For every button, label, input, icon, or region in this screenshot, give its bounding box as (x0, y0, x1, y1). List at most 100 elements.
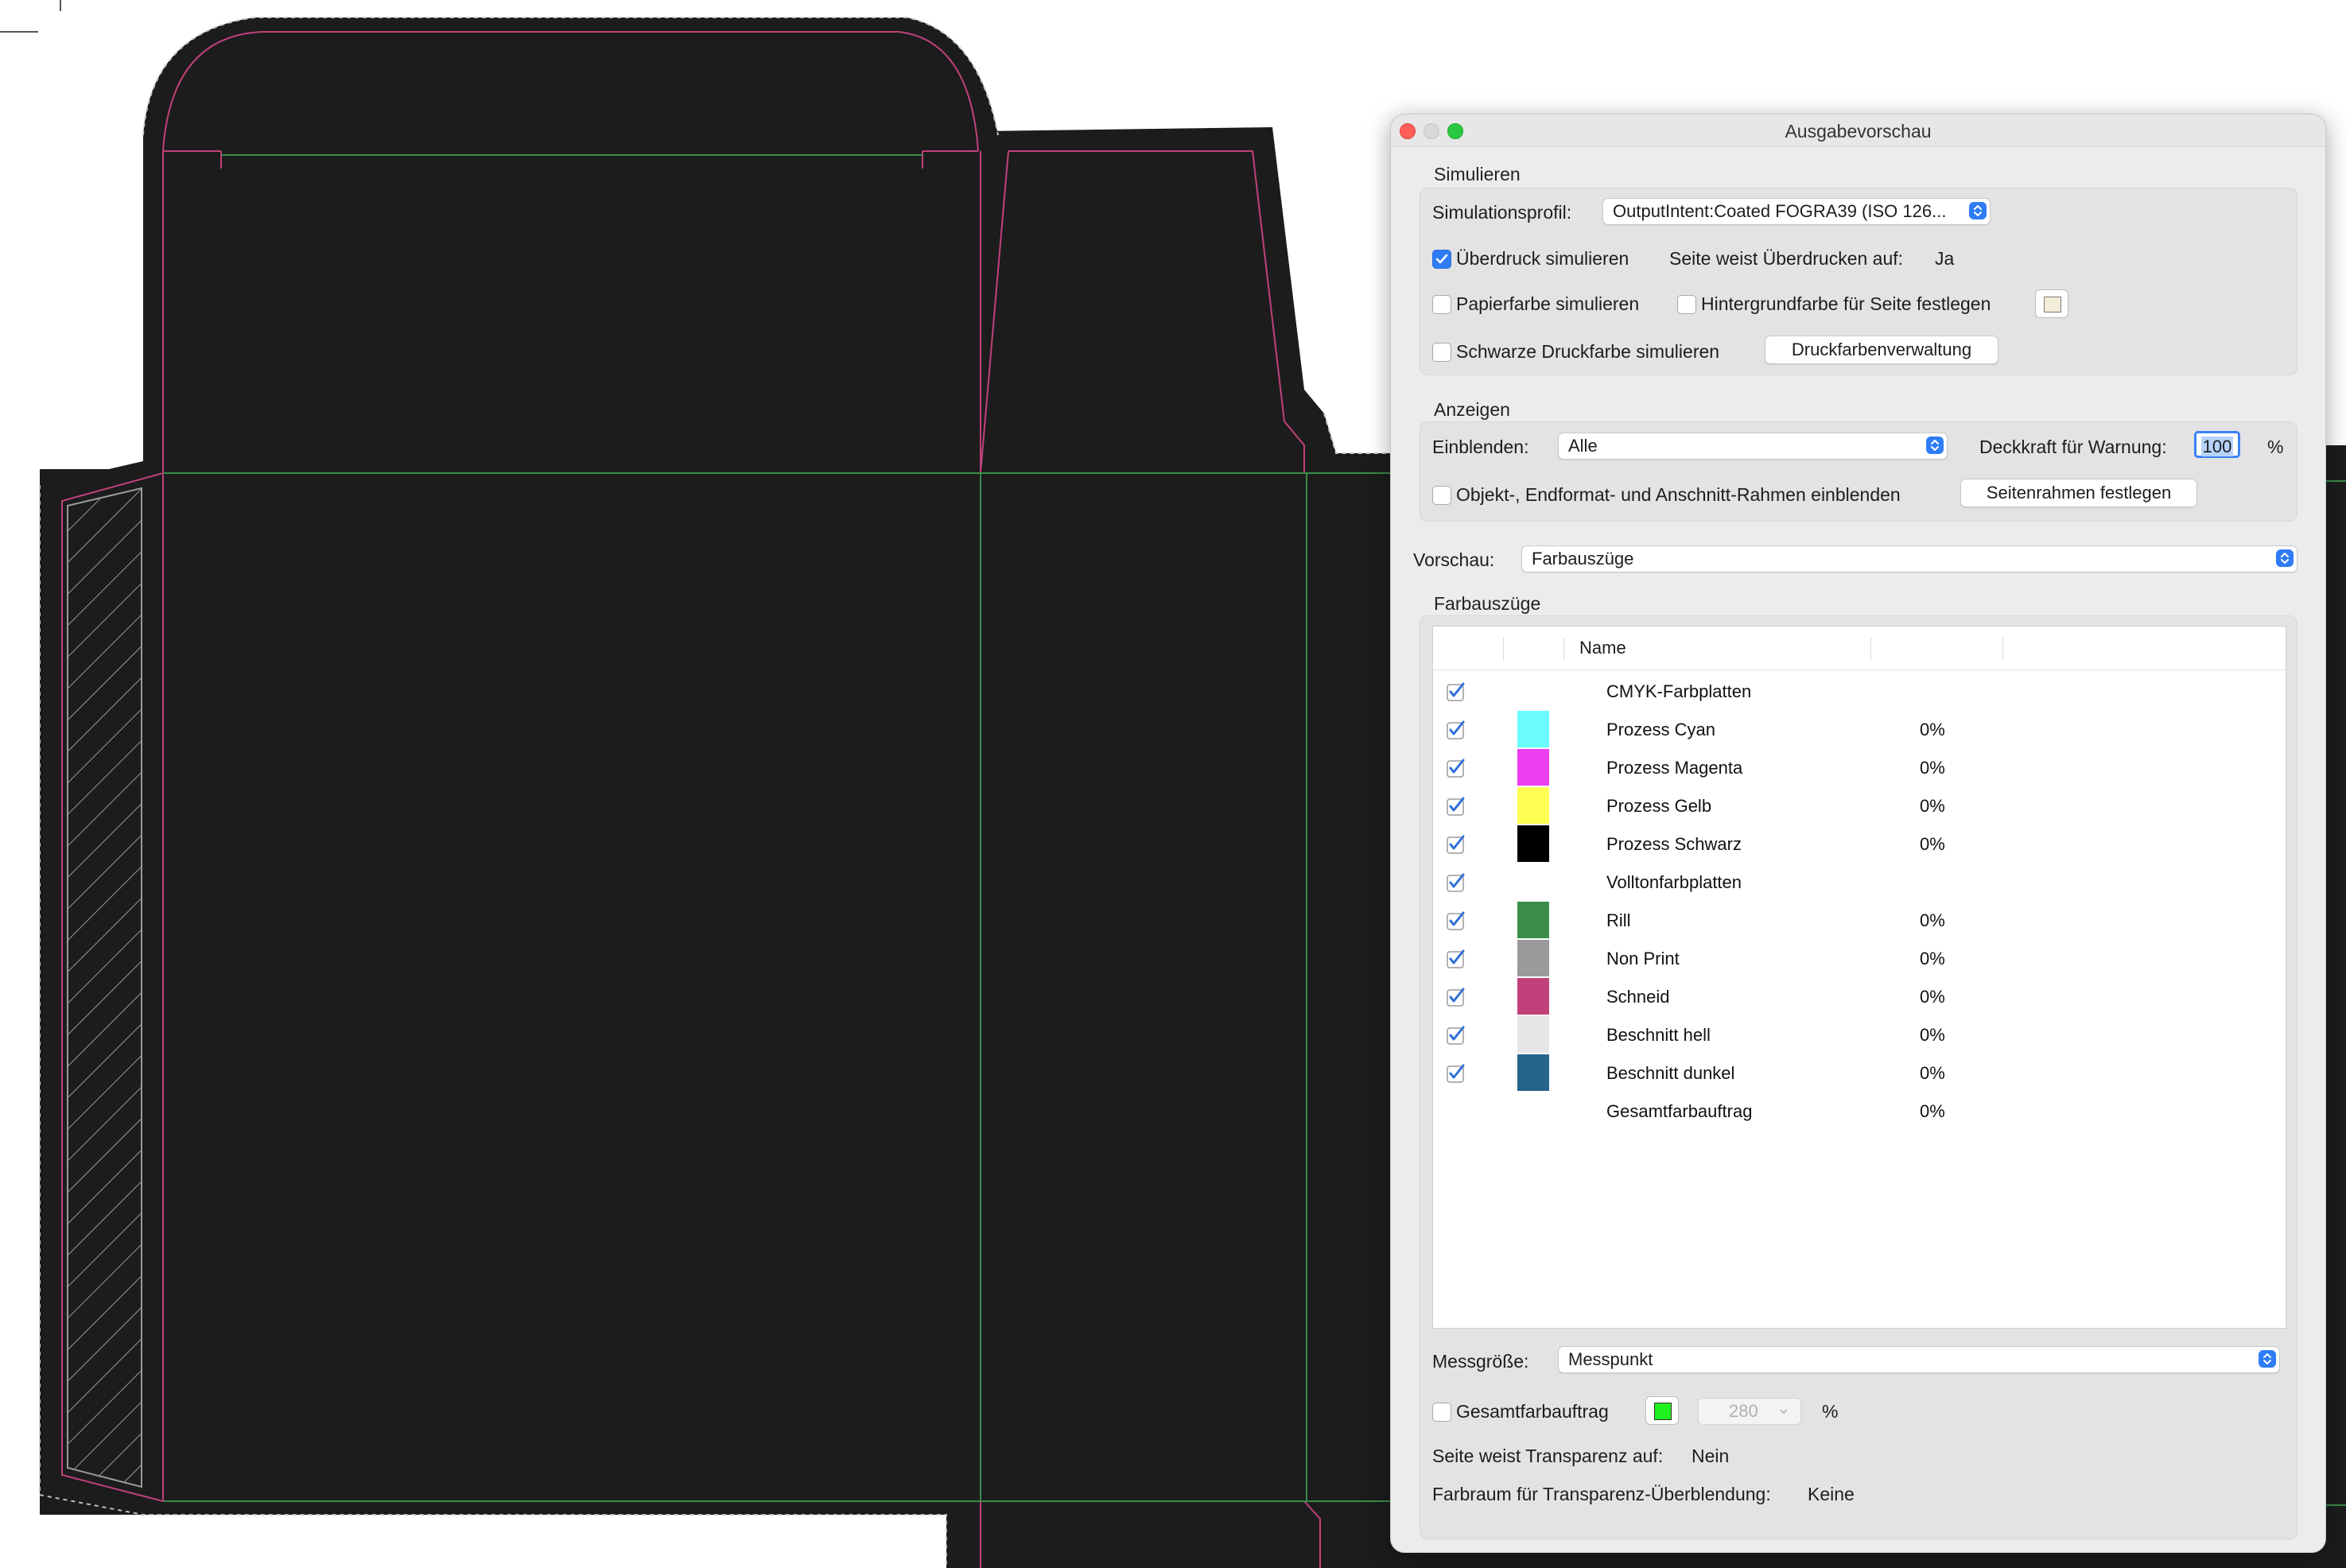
opacity-warning-value: 100 (2200, 437, 2234, 456)
separation-percent: 0% (1920, 1025, 1945, 1045)
visibility-checkbox[interactable] (1446, 834, 1466, 855)
separation-percent: 0% (1920, 1063, 1945, 1083)
blend-space-label: Farbraum für Transparenz-Überblendung: (1432, 1484, 1771, 1504)
measure-size-select[interactable]: Messpunkt (1558, 1346, 2280, 1373)
checkmark-icon (1435, 254, 1448, 264)
simulation-profile-select[interactable]: OutputIntent:Coated FOGRA39 (ISO 126... (1602, 198, 1991, 225)
column-separator (2002, 638, 2003, 660)
table-row[interactable]: Prozess Gelb 0% (1433, 787, 2286, 825)
show-select[interactable]: Alle (1558, 433, 1948, 460)
ink-manager-button[interactable]: Druckfarbenverwaltung (1765, 336, 1998, 364)
column-separator (1870, 638, 1871, 660)
checkbox-checked-icon (1447, 759, 1465, 778)
checkbox-checked-icon (1447, 682, 1465, 701)
color-swatch (1517, 711, 1549, 747)
table-row[interactable]: Non Print 0% (1433, 940, 2286, 978)
visibility-checkbox[interactable] (1446, 1063, 1466, 1084)
total-ink-color-button[interactable] (1645, 1396, 1679, 1425)
transparency-value: Nein (1692, 1446, 1730, 1466)
separations-section-label: Farbauszüge (1434, 593, 1541, 614)
separation-percent: 0% (1920, 910, 1945, 930)
visibility-checkbox[interactable] (1446, 681, 1466, 702)
checkbox-checked-icon (1447, 949, 1465, 968)
preview-value: Farbauszüge (1532, 549, 1634, 569)
separation-percent: 0% (1920, 834, 1945, 854)
page-overprint-label: Seite weist Überdrucken auf: (1669, 248, 1904, 269)
color-swatch (1517, 1016, 1549, 1053)
color-swatch (1517, 1054, 1549, 1091)
page-frames-button[interactable]: Seitenrahmen festlegen (1960, 479, 2197, 507)
visibility-checkbox[interactable] (1446, 910, 1466, 931)
blend-space-value: Keine (1808, 1484, 1855, 1504)
table-row[interactable]: Prozess Schwarz 0% (1433, 825, 2286, 864)
total-ink-label: Gesamtfarbauftrag (1456, 1401, 1609, 1422)
table-row[interactable]: Prozess Cyan 0% (1433, 711, 2286, 749)
separation-name: CMYK-Farbplatten (1606, 681, 1752, 701)
overprint-checkbox[interactable] (1432, 250, 1451, 269)
chevron-updown-icon (2276, 549, 2294, 567)
checkbox-checked-icon (1447, 1064, 1465, 1083)
transparency-label: Seite weist Transparenz auf: (1432, 1446, 1664, 1466)
black-ink-checkbox[interactable] (1432, 343, 1451, 362)
separation-name: Schneid (1606, 987, 1670, 1007)
paper-color-label: Papierfarbe simulieren (1456, 293, 1640, 314)
column-separator (1503, 638, 1504, 660)
color-swatch (1517, 940, 1549, 976)
table-row[interactable]: Beschnitt hell 0% (1433, 1016, 2286, 1054)
table-row[interactable]: Schneid 0% (1433, 978, 2286, 1016)
checkbox-checked-icon (1447, 988, 1465, 1007)
color-swatch (1517, 978, 1549, 1015)
separation-name: Prozess Cyan (1606, 720, 1715, 739)
separation-name: Beschnitt dunkel (1606, 1063, 1735, 1083)
column-header-name[interactable]: Name (1579, 638, 1626, 658)
visibility-checkbox[interactable] (1446, 758, 1466, 778)
visibility-checkbox[interactable] (1446, 949, 1466, 969)
page-overprint-value: Ja (1935, 248, 1955, 269)
preview-label: Vorschau: (1413, 549, 1495, 570)
separation-percent: 0% (1920, 758, 1945, 778)
visibility-checkbox[interactable] (1446, 987, 1466, 1007)
separation-name: Prozess Schwarz (1606, 834, 1742, 854)
frames-checkbox[interactable] (1432, 486, 1451, 505)
visibility-checkbox[interactable] (1446, 1025, 1466, 1046)
table-row[interactable]: Prozess Magenta 0% (1433, 749, 2286, 787)
simulation-profile-label: Simulationsprofil: (1432, 202, 1572, 223)
total-ink-combo[interactable]: 280 (1698, 1398, 1801, 1425)
display-section-label: Anzeigen (1434, 399, 1510, 420)
preview-select[interactable]: Farbauszüge (1521, 545, 2297, 572)
table-row[interactable]: Rill 0% (1433, 902, 2286, 940)
paper-color-checkbox[interactable] (1432, 295, 1451, 314)
separation-name: Beschnitt hell (1606, 1025, 1711, 1045)
total-ink-unit: % (1822, 1401, 1839, 1422)
chevron-updown-icon (2259, 1350, 2276, 1368)
visibility-checkbox[interactable] (1446, 872, 1466, 893)
checkbox-checked-icon (1447, 911, 1465, 930)
color-swatch (2044, 297, 2061, 312)
total-ink-checkbox[interactable] (1432, 1403, 1451, 1422)
show-label: Einblenden: (1432, 437, 1529, 457)
checkbox-checked-icon (1447, 720, 1465, 739)
visibility-checkbox[interactable] (1446, 720, 1466, 740)
simulate-section-label: Simulieren (1434, 164, 1521, 184)
title-bar: Ausgabevorschau (1391, 114, 2325, 147)
opacity-warning-input[interactable]: 100 (2194, 431, 2240, 458)
checkbox-checked-icon (1447, 797, 1465, 816)
table-row[interactable]: Volltonfarbplatten (1433, 864, 2286, 902)
overprint-label: Überdruck simulieren (1456, 248, 1629, 269)
bg-color-swatch-button[interactable] (2035, 289, 2068, 318)
checkbox-checked-icon (1447, 1026, 1465, 1045)
visibility-checkbox[interactable] (1446, 796, 1466, 817)
separation-percent: 0% (1920, 1101, 1945, 1121)
opacity-warning-label: Deckkraft für Warnung: (1979, 437, 2167, 457)
table-row[interactable]: CMYK-Farbplatten (1433, 673, 2286, 711)
table-row[interactable]: Beschnitt dunkel 0% (1433, 1054, 2286, 1093)
bg-color-label: Hintergrundfarbe für Seite festlegen (1701, 293, 1991, 314)
color-swatch (1654, 1403, 1672, 1420)
separations-table: Name CMYK-Farbplatten Prozess Cyan 0% Proze… (1432, 626, 2286, 1329)
chevron-updown-icon (1926, 437, 1944, 454)
separation-percent: 0% (1920, 987, 1945, 1007)
table-row[interactable]: Gesamtfarbauftrag 0% (1433, 1093, 2286, 1131)
simulation-profile-value: OutputIntent:Coated FOGRA39 (ISO 126... (1613, 201, 1947, 221)
color-swatch (1517, 749, 1549, 786)
bg-color-checkbox[interactable] (1677, 295, 1696, 314)
